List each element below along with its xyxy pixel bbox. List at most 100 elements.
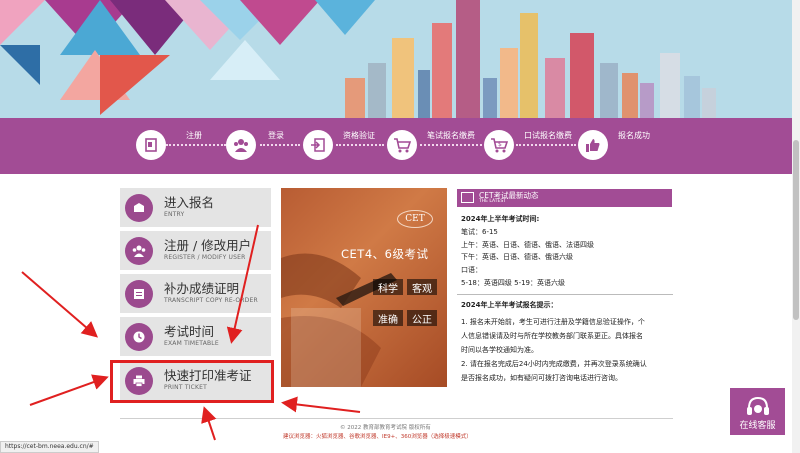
decor-triangle (315, 0, 375, 35)
building (600, 63, 618, 118)
news-tip-line: 1. 报名未开始前，考生可进行注册及学籍信息验证操作，个 (461, 318, 645, 326)
building (456, 0, 480, 118)
building (660, 53, 680, 118)
news-tip-line: 时间以各学校通知为准。 (461, 346, 538, 354)
step-label: 注册 (186, 131, 202, 140)
menu-sublabel: REGISTER / MODIFY USER (164, 254, 246, 261)
building (684, 76, 700, 118)
news-subtitle: THE LATEST (479, 199, 506, 204)
poster-tag: 客观 (407, 279, 437, 295)
building (392, 38, 414, 118)
step-connector (336, 144, 384, 146)
menu-exam-timetable[interactable]: 考试时间 EXAM TIMETABLE (120, 317, 271, 356)
annotation-highlight-box (110, 360, 274, 403)
menu-sublabel: EXAM TIMETABLE (164, 340, 219, 347)
login-verify-icon (303, 130, 333, 160)
annotation-arrow (281, 396, 361, 413)
online-service-label: 在线客服 (739, 421, 776, 431)
building (545, 58, 565, 118)
step-register: 注册 (136, 130, 202, 160)
building (483, 78, 497, 118)
footer-copyright: © 2022 教育部教育考试院 版权所有 (340, 425, 431, 431)
certificate-icon (125, 279, 153, 308)
cet-logo: CET (397, 210, 433, 228)
menu-label: 注册 / 修改用户 (164, 238, 252, 253)
dollar-cart-icon: $ (484, 130, 514, 160)
footer-browser-notice: 建议浏览器：火狐浏览器、谷歌浏览器、IE9+、360浏览器（选择极速模式） (283, 434, 472, 440)
building (432, 23, 452, 118)
building (622, 73, 638, 118)
users-icon (226, 130, 256, 160)
scrollbar[interactable] (792, 0, 800, 453)
news-line: 笔试：6-15 (461, 228, 498, 236)
news-line: 口语： (461, 266, 482, 274)
status-bar-url: https://cet-bm.neea.edu.cn/# (0, 441, 99, 453)
menu-sublabel: TRANSCRIPT COPY RE-ORDER (164, 297, 258, 304)
decor-triangle (0, 0, 45, 45)
news-icon (461, 192, 474, 203)
decor-triangle (210, 40, 280, 80)
thumbs-up-icon (578, 130, 608, 160)
scrollbar-thumb[interactable] (793, 140, 799, 320)
decor-triangle (0, 45, 40, 85)
step-label: 笔试报名缴费 (427, 131, 475, 140)
step-connector (420, 144, 482, 146)
menu-entry[interactable]: 进入报名 ENTRY (120, 188, 271, 227)
step-label: 口试报名缴费 (524, 131, 572, 140)
entry-icon (125, 193, 153, 222)
news-header: CET考试最新动态 THE LATEST (457, 189, 672, 207)
menu-register-modify[interactable]: 注册 / 修改用户 REGISTER / MODIFY USER (120, 231, 271, 270)
building (570, 33, 594, 118)
poster-tag: 科学 (373, 279, 403, 295)
header-banner (0, 0, 800, 118)
news-line: 5-18：英语四级 5-19：英语六级 (461, 279, 565, 287)
online-service-button[interactable]: 在线客服 (730, 388, 785, 435)
news-tip-line: 人信息错误请及时与所在学校教务部门联系更正。具体报名 (461, 332, 643, 340)
register-form-icon (136, 130, 166, 160)
news-line: 2024年上半年考试时间: (461, 215, 540, 223)
step-label: 报名成功 (618, 131, 650, 140)
step-oral-fee: $ 口试报名缴费 (484, 130, 572, 160)
step-connector (516, 144, 576, 146)
building (500, 48, 518, 118)
users-icon (125, 236, 153, 265)
news-tips-title: 2024年上半年考试报名提示： (461, 301, 558, 309)
step-connector (260, 144, 300, 146)
menu-label: 进入报名 (164, 195, 215, 210)
step-label: 登录 (268, 131, 284, 140)
step-connector (166, 144, 226, 146)
registration-steps-bar: 注册 登录 资格验证 笔试报名缴费 $ 口试报名缴费 报名成功 (0, 118, 800, 174)
news-tip-line: 2. 请在报名完成后24小时内完成缴费，并再次登录系统确认 (461, 360, 647, 368)
building (345, 78, 365, 118)
building (640, 83, 654, 118)
annotation-arrow (29, 374, 109, 406)
building (702, 88, 716, 118)
menu-sublabel: ENTRY (164, 211, 185, 218)
news-line: 上午：英语、日语、德语、俄语、法语四级 (461, 241, 594, 249)
shopping-cart-icon (387, 130, 417, 160)
annotation-arrow (201, 406, 217, 441)
step-success: 报名成功 (578, 130, 650, 160)
news-line: 下午：英语、日语、德语、俄语六级 (461, 253, 573, 261)
headset-icon (746, 396, 769, 415)
step-login: 登录 (226, 130, 284, 160)
building (520, 13, 538, 118)
svg-text:$: $ (498, 141, 502, 148)
building (368, 63, 386, 118)
footer-divider (120, 418, 673, 419)
step-written-fee: 笔试报名缴费 (387, 130, 475, 160)
menu-label: 补办成绩证明 (164, 281, 240, 296)
decor-triangle (100, 55, 170, 115)
menu-transcript-reorder[interactable]: 补办成绩证明 TRANSCRIPT COPY RE-ORDER (120, 274, 271, 313)
news-tip-line: 是否报名成功，如有疑问可拨打咨询电话进行咨询。 (461, 374, 622, 382)
decor-triangle (240, 0, 320, 45)
step-label: 资格验证 (343, 131, 375, 140)
menu-label: 考试时间 (164, 324, 215, 339)
cet-poster: CET CET4、6级考试 科学 客观 准确 公正 (281, 188, 447, 387)
poster-title: CET4、6级考试 (341, 247, 429, 261)
step-qualification: 资格验证 (303, 130, 375, 160)
news-divider (457, 294, 673, 295)
poster-tag: 公正 (407, 310, 437, 326)
poster-tag: 准确 (373, 310, 403, 326)
building (418, 70, 430, 118)
